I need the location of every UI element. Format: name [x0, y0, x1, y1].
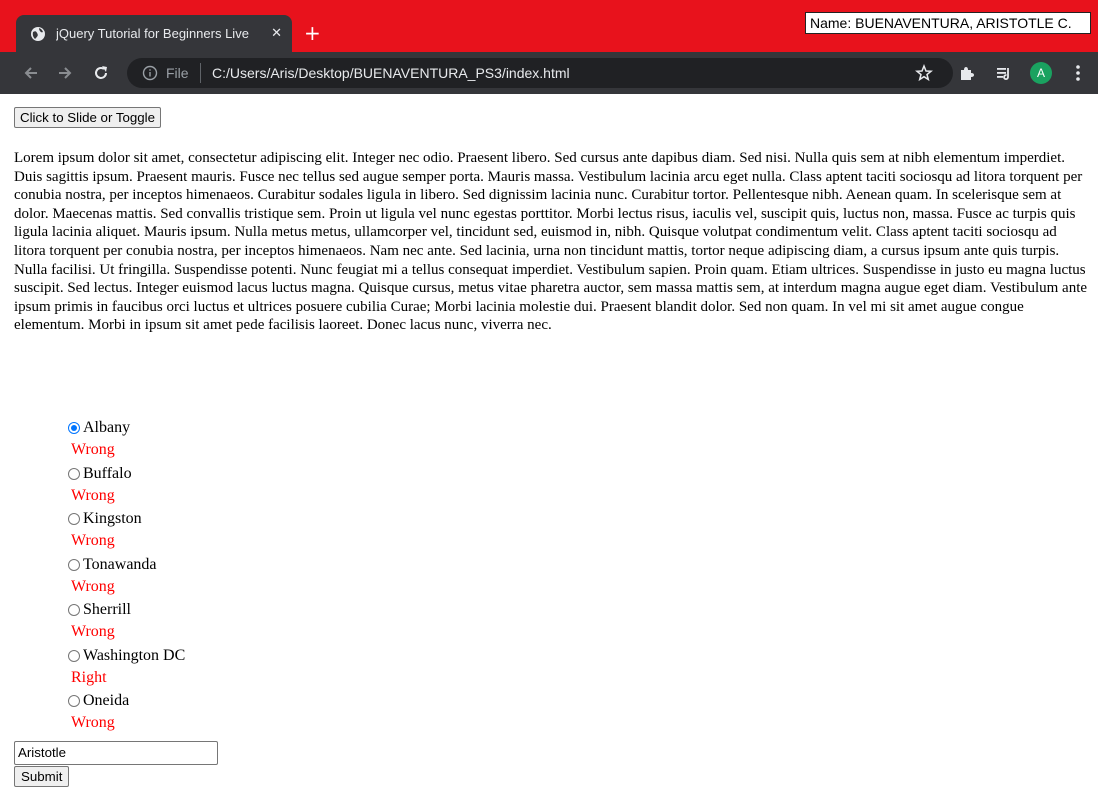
forward-arrow-icon[interactable]: [54, 62, 76, 84]
quiz-option: Oneida Wrong: [67, 690, 185, 736]
new-tab-button[interactable]: +: [304, 21, 321, 45]
tab-title: jQuery Tutorial for Beginners Live: [56, 26, 249, 41]
option-label: Albany: [83, 419, 131, 436]
radio-oneida[interactable]: [68, 695, 80, 707]
extensions-puzzle-icon[interactable]: [955, 61, 979, 85]
option-label: Washington DC: [83, 646, 186, 664]
submit-button[interactable]: Submit: [14, 766, 70, 787]
radio-kingston[interactable]: [68, 513, 80, 525]
option-verdict: Right: [71, 668, 107, 686]
globe-icon: [30, 26, 46, 42]
quiz-option: Washington DC Right: [67, 645, 185, 691]
option-label: Oneida: [83, 692, 130, 709]
radio-albany[interactable]: [68, 422, 80, 434]
name-tag: Name: BUENAVENTURA, ARISTOTLE C.: [805, 12, 1091, 34]
browser-tab[interactable]: jQuery Tutorial for Beginners Live ✕: [16, 15, 292, 52]
quiz-option: Kingston Wrong: [67, 508, 185, 554]
option-label: Buffalo: [83, 464, 132, 482]
tab-close-icon[interactable]: ✕: [271, 26, 282, 41]
option-verdict: Wrong: [71, 532, 115, 549]
url-scheme-label: File: [166, 65, 189, 81]
radio-washington-dc[interactable]: [68, 649, 80, 662]
bookmark-star-icon[interactable]: [912, 61, 936, 85]
tab-strip: jQuery Tutorial for Beginners Live ✕ + N…: [0, 0, 1098, 52]
back-arrow-icon[interactable]: [20, 62, 42, 84]
quiz-option: Buffalo Wrong: [67, 463, 185, 509]
option-label: Tonawanda: [83, 555, 157, 573]
radio-buffalo[interactable]: [68, 467, 80, 480]
url-divider: [200, 63, 201, 83]
quiz-option: Sherrill Wrong: [67, 599, 185, 645]
option-verdict: Wrong: [71, 577, 115, 595]
city-quiz: Albany Wrong Buffalo Wrong Kingston Wron…: [67, 417, 185, 736]
slide-toggle-button[interactable]: Click to Slide or Toggle: [14, 107, 162, 128]
reload-icon[interactable]: [90, 62, 112, 84]
radio-sherrill[interactable]: [68, 604, 80, 616]
quiz-option: Tonawanda Wrong: [67, 554, 185, 600]
kebab-menu-icon[interactable]: [1066, 61, 1090, 85]
quiz-option: Albany Wrong: [67, 417, 185, 463]
info-icon[interactable]: [142, 65, 158, 81]
option-verdict: Wrong: [71, 441, 115, 458]
profile-avatar[interactable]: A: [1030, 62, 1052, 84]
option-label: Kingston: [83, 510, 142, 527]
option-verdict: Wrong: [71, 623, 115, 640]
option-verdict: Wrong: [71, 714, 115, 731]
option-verdict: Wrong: [71, 486, 115, 504]
lorem-paragraph: Lorem ipsum dolor sit amet, consectetur …: [14, 150, 1088, 334]
name-input[interactable]: Aristotle: [14, 741, 218, 765]
radio-tonawanda[interactable]: [68, 558, 80, 571]
url-text[interactable]: C:/Users/Aris/Desktop/BUENAVENTURA_PS3/i…: [212, 64, 570, 82]
option-label: Sherrill: [83, 601, 131, 618]
reading-list-icon[interactable]: [992, 61, 1016, 85]
